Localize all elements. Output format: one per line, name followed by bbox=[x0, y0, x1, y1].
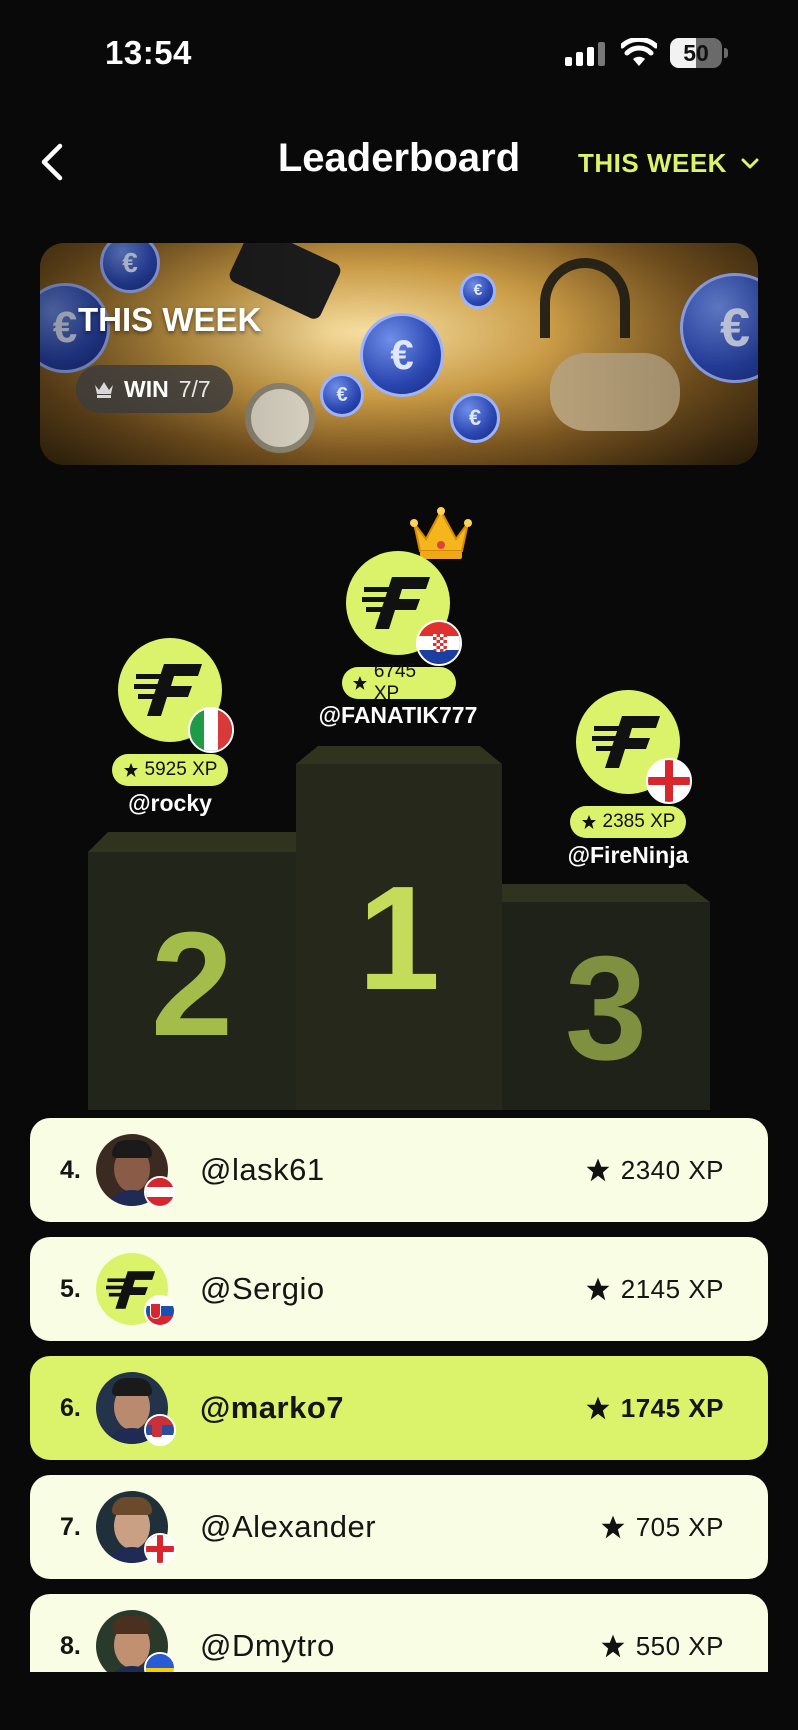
current-user-row[interactable]: 6. @marko7 1745 XP bbox=[30, 1356, 768, 1460]
banner-title: THIS WEEK bbox=[78, 301, 262, 338]
slovakia-flag-icon bbox=[144, 1295, 176, 1327]
rank-number: 7. bbox=[60, 1513, 81, 1541]
xp-amount: 1745 XP bbox=[585, 1356, 724, 1460]
england-flag-icon bbox=[646, 758, 692, 804]
chevron-down-icon bbox=[741, 158, 759, 168]
england-flag-icon bbox=[144, 1533, 176, 1565]
list-bottom-mask bbox=[0, 1672, 798, 1730]
italy-flag-icon bbox=[188, 707, 234, 753]
username: @Alexander bbox=[200, 1509, 377, 1544]
battery-level: 50 bbox=[683, 40, 709, 66]
rank-number: 5. bbox=[60, 1275, 81, 1303]
fanatik-logo-icon bbox=[362, 577, 430, 629]
xp-value: 6745 XP bbox=[373, 661, 417, 704]
xp-star-icon bbox=[123, 763, 138, 777]
win-label: WIN bbox=[124, 375, 169, 402]
crown-icon bbox=[95, 382, 113, 398]
weekly-prize-banner[interactable]: THIS WEEK WIN 7/7 bbox=[40, 243, 758, 465]
croatia-flag-icon bbox=[416, 620, 462, 666]
leaderboard-row[interactable]: 7. @Alexander 705 XP bbox=[30, 1475, 768, 1579]
podium-username[interactable]: @FANATIK777 bbox=[298, 702, 498, 729]
podium-place-1: 1 bbox=[357, 856, 441, 1021]
xp-star-icon bbox=[586, 1277, 610, 1301]
username: @Sergio bbox=[200, 1271, 325, 1306]
xp-value: 2385 XP bbox=[602, 811, 676, 832]
rank-number: 4. bbox=[60, 1156, 81, 1184]
leaderboard-row[interactable]: 4. @lask61 2340 XP bbox=[30, 1118, 768, 1222]
podium-username[interactable]: @rocky bbox=[90, 790, 250, 817]
status-time: 13:54 bbox=[105, 34, 192, 71]
period-dropdown[interactable]: THIS WEEK bbox=[578, 148, 759, 179]
podium-place-3: 3 bbox=[564, 926, 648, 1091]
xp-value: 705 XP bbox=[635, 1512, 724, 1542]
serbia-flag-icon bbox=[144, 1414, 176, 1446]
xp-value: 1745 XP bbox=[620, 1393, 724, 1423]
fanatik-logo-icon bbox=[134, 664, 202, 716]
xp-badge: 2385 XP bbox=[570, 806, 686, 838]
austria-flag-icon bbox=[144, 1176, 176, 1208]
xp-amount: 705 XP bbox=[600, 1475, 724, 1579]
wifi-icon bbox=[621, 38, 657, 66]
xp-badge: 5925 XP bbox=[112, 754, 228, 786]
xp-star-icon bbox=[586, 1396, 610, 1420]
crown-icon bbox=[410, 507, 472, 559]
rank-number: 6. bbox=[60, 1394, 81, 1422]
cellular-signal-icon bbox=[565, 42, 607, 66]
leaderboard-row[interactable]: 5. @Sergio 2145 XP bbox=[30, 1237, 768, 1341]
win-streak-badge: WIN 7/7 bbox=[76, 365, 233, 413]
xp-amount: 2145 XP bbox=[585, 1237, 724, 1341]
xp-star-icon bbox=[601, 1515, 625, 1539]
xp-value: 5925 XP bbox=[144, 759, 218, 780]
xp-badge: 6745 XP bbox=[342, 661, 456, 704]
xp-value: 2340 XP bbox=[620, 1155, 724, 1185]
xp-value: 2145 XP bbox=[620, 1274, 724, 1304]
xp-amount: 2340 XP bbox=[585, 1118, 724, 1222]
podium-username[interactable]: @FireNinja bbox=[548, 842, 708, 869]
xp-star-icon bbox=[581, 815, 596, 829]
username: @marko7 bbox=[200, 1390, 345, 1425]
battery-icon: 50 bbox=[670, 38, 728, 68]
period-label: THIS WEEK bbox=[578, 148, 727, 178]
status-bar: 13:54 50 bbox=[0, 0, 798, 100]
xp-star-icon bbox=[586, 1158, 610, 1182]
win-count: 7/7 bbox=[178, 375, 211, 402]
username: @lask61 bbox=[200, 1152, 325, 1187]
xp-star-icon bbox=[352, 676, 367, 690]
xp-star-icon bbox=[601, 1634, 625, 1658]
podium-place-2: 2 bbox=[150, 902, 234, 1067]
